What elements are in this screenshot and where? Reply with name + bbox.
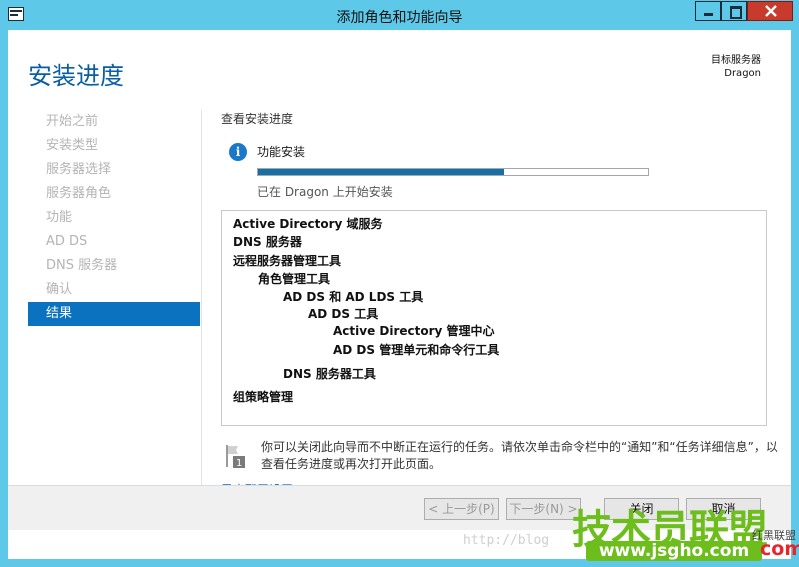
target-server-name: Dragon [724, 68, 761, 79]
next-button[interactable]: 下一步(N) > [506, 498, 581, 520]
wizard-content: 安装进度 目标服务器 Dragon 开始之前 安装类型 服务器选择 服务器角色 … [8, 30, 791, 559]
nav-step-ad-ds[interactable]: AD DS [28, 230, 200, 254]
progress-fill [258, 169, 504, 175]
result-line: DNS 服务器 [233, 235, 302, 249]
result-line: 远程服务器管理工具 [233, 254, 342, 268]
nav-step-features[interactable]: 功能 [28, 206, 200, 230]
watermark-url: http://blog [463, 533, 550, 548]
nav-step-installation-type[interactable]: 安装类型 [28, 134, 200, 158]
close-window-button[interactable] [747, 1, 793, 21]
nav-step-before-you-begin[interactable]: 开始之前 [28, 110, 200, 134]
installation-progress-bar [257, 168, 649, 176]
results-list[interactable]: Active Directory 域服务 DNS 服务器 远程服务器管理工具 角… [221, 210, 767, 426]
nav-step-confirmation[interactable]: 确认 [28, 278, 200, 302]
previous-button[interactable]: < 上一步(P) [424, 498, 499, 520]
nav-step-server-roles[interactable]: 服务器角色 [28, 182, 200, 206]
result-line: Active Directory 域服务 [233, 217, 383, 231]
result-line: 角色管理工具 [258, 272, 331, 286]
close-wizard-note: 你可以关闭此向导而不中断正在运行的任务。请依次单击命令栏中的“通知”和“任务详细… [261, 440, 778, 471]
minimize-button[interactable] [695, 1, 721, 21]
window-title: 添加角色和功能向导 [336, 10, 463, 26]
info-icon: i [229, 143, 247, 161]
result-line: 组策略管理 [233, 390, 294, 404]
page-title: 安装进度 [28, 62, 124, 90]
target-server: 目标服务器 Dragon [711, 54, 761, 80]
note-badge: 1 [236, 458, 242, 469]
result-line: AD DS 管理单元和命令行工具 [333, 343, 500, 357]
result-line: DNS 服务器工具 [283, 367, 376, 381]
watermark-com: com [760, 538, 799, 560]
wizard-steps-nav: 开始之前 安装类型 服务器选择 服务器角色 功能 AD DS DNS 服务器 确… [28, 110, 200, 326]
maximize-button[interactable] [721, 1, 747, 21]
flag-notification-icon: 1 [226, 445, 245, 469]
section-title: 查看安装进度 [221, 112, 294, 126]
result-line: AD DS 工具 [308, 307, 379, 321]
nav-divider [201, 110, 202, 496]
maximize-icon [730, 6, 742, 19]
nav-step-server-selection[interactable]: 服务器选择 [28, 158, 200, 182]
target-server-label: 目标服务器 [711, 55, 761, 66]
result-line: AD DS 和 AD LDS 工具 [283, 290, 424, 304]
nav-step-dns-server[interactable]: DNS 服务器 [28, 254, 200, 278]
feature-installation-label: 功能安装 [257, 145, 306, 159]
nav-step-results[interactable]: 结果 [28, 302, 200, 326]
progress-status: 已在 Dragon 上开始安装 [257, 185, 393, 199]
close-icon [765, 5, 777, 17]
title-bar[interactable]: 添加角色和功能向导 [0, 0, 799, 30]
minimize-icon [704, 13, 713, 16]
result-line: Active Directory 管理中心 [333, 324, 495, 338]
watermark-site: www.jsgho.com [586, 541, 762, 561]
wizard-window: 添加角色和功能向导 安装进度 目标服务器 Dragon 开始之前 安装类型 服务… [0, 0, 799, 567]
